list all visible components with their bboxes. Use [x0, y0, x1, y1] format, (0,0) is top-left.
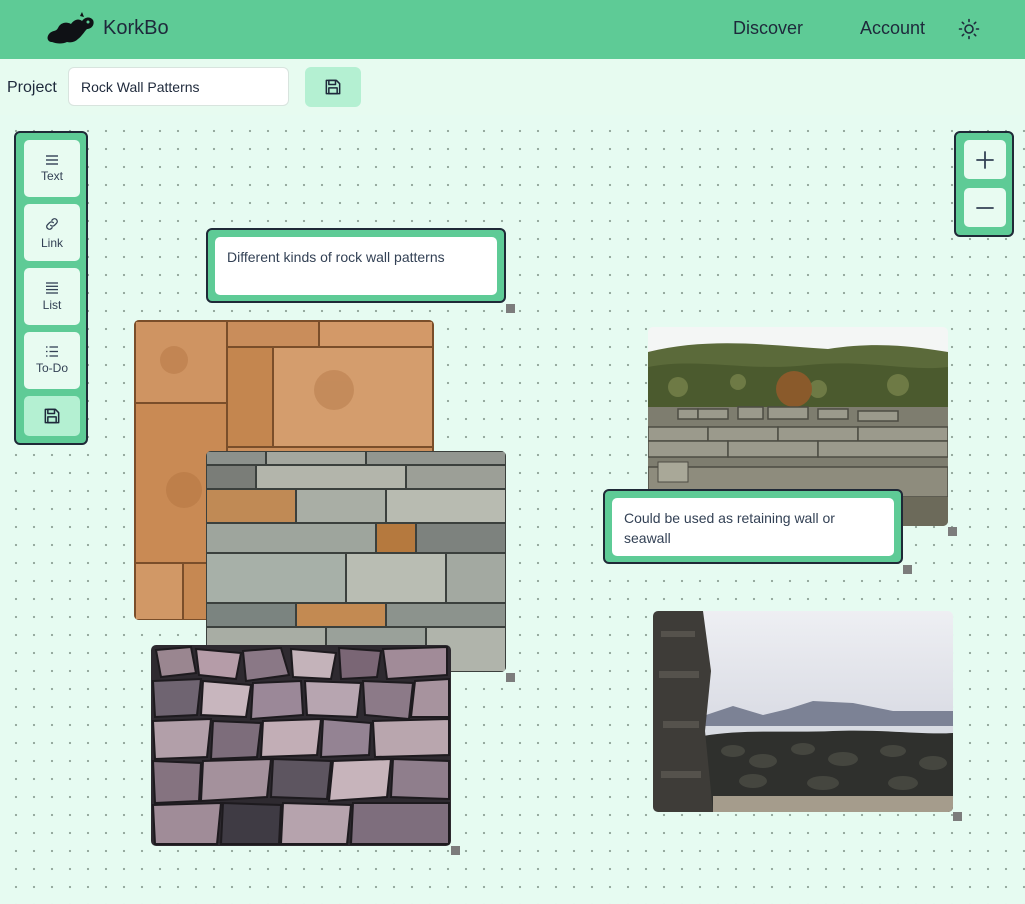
minus-icon: [976, 206, 994, 209]
add-link-label: Link: [40, 235, 63, 250]
text-note-2[interactable]: Could be used as retaining wall or seawa…: [603, 489, 903, 564]
list-icon: [46, 281, 58, 294]
resize-handle[interactable]: [506, 304, 515, 313]
resize-handle[interactable]: [506, 673, 515, 682]
add-item-toolbar: Text Link List To-Do: [14, 131, 88, 445]
checklist-icon: [46, 346, 58, 357]
resize-handle[interactable]: [903, 565, 912, 574]
add-todo-button[interactable]: To-Do: [24, 332, 80, 389]
resize-handle[interactable]: [948, 527, 957, 536]
seawall-image[interactable]: [653, 611, 953, 812]
brand-name[interactable]: KorkBo: [103, 17, 169, 40]
text-note-1[interactable]: Different kinds of rock wall patterns: [206, 228, 506, 303]
zoom-in-button[interactable]: [964, 140, 1006, 179]
add-todo-label: To-Do: [35, 361, 68, 375]
stacked-stone-wall-image[interactable]: [206, 451, 506, 672]
zoom-controls: [954, 131, 1014, 237]
add-text-label: Text: [40, 168, 63, 183]
squirrel-logo-icon[interactable]: [44, 12, 96, 46]
project-name-input[interactable]: [68, 67, 289, 106]
nav-discover-link[interactable]: Discover: [733, 18, 803, 39]
sun-icon[interactable]: [957, 17, 981, 41]
text-note-1-content[interactable]: Different kinds of rock wall patterns: [215, 237, 497, 295]
floppy-disk-icon: [325, 79, 341, 95]
project-label: Project: [7, 79, 57, 96]
add-text-button[interactable]: Text: [24, 140, 80, 197]
toolbar-save-button[interactable]: [24, 396, 80, 436]
floppy-disk-icon: [44, 408, 60, 424]
navbar: KorkBo Discover Account: [0, 0, 1025, 59]
nav-account-link[interactable]: Account: [860, 18, 925, 39]
add-link-button[interactable]: Link: [24, 204, 80, 261]
link-icon: [46, 217, 58, 230]
add-list-button[interactable]: List: [24, 268, 80, 325]
rubble-stone-wall-image[interactable]: [151, 645, 451, 846]
project-bar: Project: [0, 59, 1025, 115]
resize-handle[interactable]: [953, 812, 962, 821]
project-save-button[interactable]: [305, 67, 361, 107]
resize-handle[interactable]: [451, 846, 460, 855]
add-list-label: List: [42, 297, 62, 312]
text-lines-icon: [46, 154, 58, 165]
text-note-2-content[interactable]: Could be used as retaining wall or seawa…: [612, 498, 894, 556]
plus-icon: [976, 150, 994, 169]
zoom-out-button[interactable]: [964, 188, 1006, 227]
